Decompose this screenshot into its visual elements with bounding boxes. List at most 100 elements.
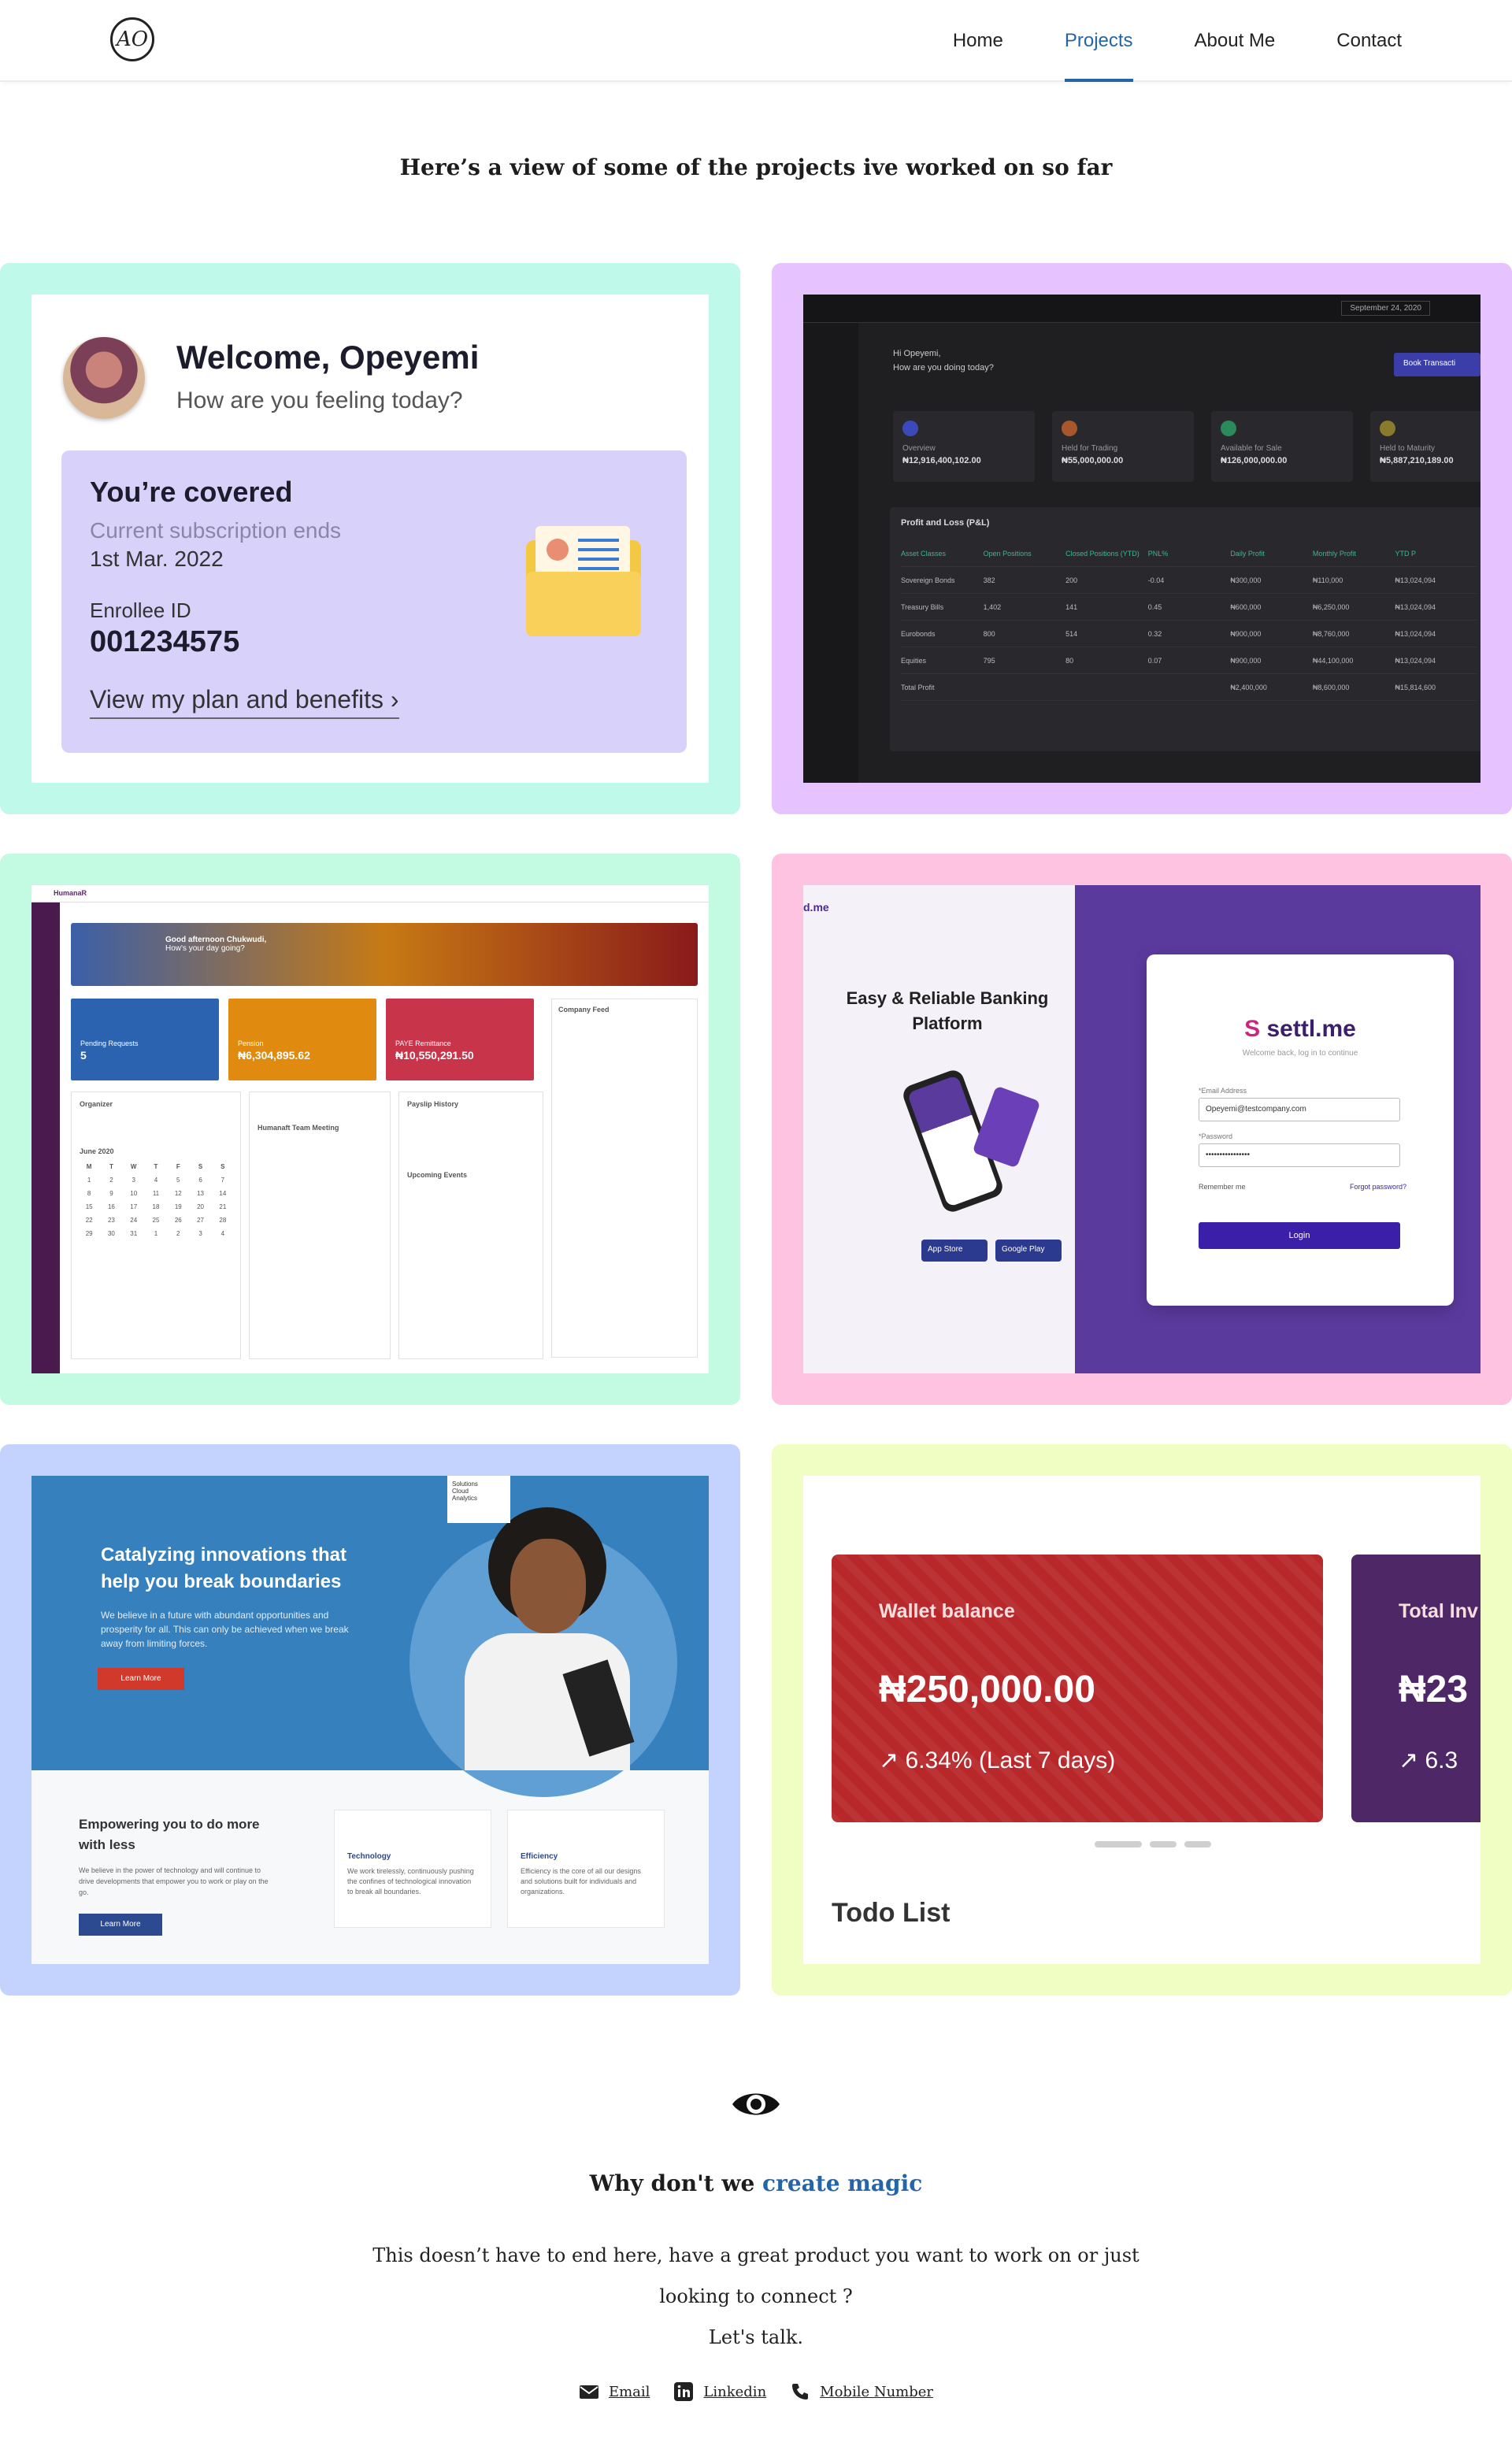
project-screenshot: Wallet balance ₦250,000.00 ↗ 6.34% (Last… <box>803 1476 1480 1964</box>
feature-card: Efficiency Efficiency is the core of all … <box>507 1810 665 1928</box>
project-screenshot: September 24, 2020 Hi Opeyemi, How are y… <box>803 295 1480 783</box>
subscription-label: Current subscription ends <box>90 518 342 543</box>
project-card-health[interactable]: Welcome, Opeyemi How are you feeling tod… <box>0 263 740 814</box>
stat-tile: Pending Requests 5 <box>71 999 219 1080</box>
investment-label: Total Inv <box>1399 1600 1478 1622</box>
payslip-panel: Payslip History Upcoming Events <box>398 1091 543 1359</box>
calendar-day: 22 <box>85 1217 93 1224</box>
calendar-day: 3 <box>198 1230 202 1237</box>
calendar-weekday: M <box>86 1163 92 1170</box>
table-header: Asset Classes Open Positions Closed Positi… <box>901 540 1477 567</box>
email-link[interactable]: Email <box>579 2381 650 2402</box>
calendar-day: 5 <box>176 1177 180 1184</box>
carousel-dots <box>1095 1841 1211 1847</box>
organizer-panel: Organizer June 2020 M T W T F S S 1 2 3 4 5 6 7 8 9 10 11… <box>71 1091 241 1359</box>
stat-card: Held to Maturity ₦5,887,210,189.00 <box>1370 411 1480 482</box>
calendar-day: 6 <box>198 1177 202 1184</box>
hero: Catalyzing innovations that help you bre… <box>32 1476 709 1797</box>
nav-links: Home Projects About Me Contact <box>953 0 1402 82</box>
calendar-day: 9 <box>109 1190 113 1197</box>
wallet-growth: ↗ 6.34% (Last 7 days) <box>879 1747 1116 1773</box>
hero-button: Learn More <box>98 1668 184 1690</box>
investment-growth: ↗ 6.3 <box>1399 1747 1458 1773</box>
calendar-weekday: T <box>154 1163 158 1170</box>
remember-me: Remember me <box>1199 1183 1246 1191</box>
nav-link-contact[interactable]: Contact <box>1336 0 1402 82</box>
project-card-finance[interactable]: September 24, 2020 Hi Opeyemi, How are y… <box>772 263 1512 814</box>
login-card: S settl.me Welcome back, log in to conti… <box>1147 954 1454 1306</box>
calendar-day: 12 <box>174 1190 182 1197</box>
mobile-number-link[interactable]: Mobile Number <box>790 2381 933 2402</box>
feature-card: Technology We work tirelessly, continuous… <box>334 1810 491 1928</box>
cta-title-text: Why don't we <box>589 2170 763 2196</box>
date-picker: September 24, 2020 <box>1341 301 1430 316</box>
project-screenshot: d.me Easy & Reliable Banking Platform Ap… <box>803 885 1480 1373</box>
contact-links: Email Linkedin Mobile Number <box>0 2381 1512 2402</box>
topbar: September 24, 2020 <box>803 295 1480 323</box>
calendar-day: 2 <box>176 1230 180 1237</box>
headline: Easy & Reliable Banking Platform <box>846 988 1049 1033</box>
meeting-panel: Humanaft Team Meeting <box>249 1091 391 1359</box>
sidebar <box>32 902 60 1373</box>
stat-card: Held for Trading ₦55,000,000.00 <box>1052 411 1194 482</box>
stat-tile: PAYE Remittance ₦10,550,291.50 <box>386 999 534 1080</box>
sidebar <box>803 323 858 783</box>
project-card-banking[interactable]: d.me Easy & Reliable Banking Platform Ap… <box>772 854 1512 1405</box>
stat-icon <box>1062 421 1077 436</box>
project-card-wallet[interactable]: Wallet balance ₦250,000.00 ↗ 6.34% (Last… <box>772 1444 1512 1996</box>
calendar-day: 19 <box>174 1203 182 1210</box>
linkedin-icon <box>674 2382 694 2401</box>
nav-link-about[interactable]: About Me <box>1195 0 1276 82</box>
login-button: Login <box>1199 1222 1400 1249</box>
project-screenshot: HumanaR Good afternoon Chukwudi, How's y… <box>32 885 709 1373</box>
calendar-day: 28 <box>219 1217 227 1224</box>
logo[interactable]: AO <box>110 17 154 61</box>
project-card-hr[interactable]: HumanaR Good afternoon Chukwudi, How's y… <box>0 854 740 1405</box>
cta-line-1: This doesn’t have to end here, have a gr… <box>372 2244 1140 2307</box>
nav-link-projects[interactable]: Projects <box>1064 0 1133 82</box>
book-transaction-button: Book Transacti <box>1394 353 1480 376</box>
stat-tile: Pension ₦6,304,895.62 <box>228 999 376 1080</box>
calendar-day: 25 <box>152 1217 160 1224</box>
calendar-day: 4 <box>154 1177 158 1184</box>
calendar-weekday: S <box>198 1163 203 1170</box>
calendar: M T W T F S S 1 2 3 4 5 6 7 8 9 10 11 12 13 14 15 16 17 18 19 20 21… <box>80 1163 232 1237</box>
calendar-day: 16 <box>107 1203 115 1210</box>
create-magic-link[interactable]: create magic <box>762 2170 922 2196</box>
welcome-subtitle: How are you feeling today? <box>176 387 463 413</box>
calendar-day: 8 <box>87 1190 91 1197</box>
investment-amount: ₦23 <box>1399 1669 1469 1710</box>
app-store-badge: App Store <box>921 1240 988 1262</box>
projects-intro: Here’s a view of some of the projects iv… <box>399 154 1113 180</box>
linkedin-link[interactable]: Linkedin <box>673 2381 766 2402</box>
brand: d.me <box>803 901 829 914</box>
calendar-weekday: T <box>109 1163 113 1170</box>
hero-text: We believe in a future with abundant opp… <box>101 1610 349 1649</box>
enrollee-label: Enrollee ID <box>90 598 191 622</box>
settlme-logo: S settl.me <box>1244 1016 1356 1042</box>
stat-card: Available for Sale ₦126,000,000.00 <box>1211 411 1353 482</box>
calendar-day: 31 <box>130 1230 138 1237</box>
company-feed: Company Feed <box>551 999 698 1358</box>
calendar-day: 27 <box>197 1217 205 1224</box>
person-illustration <box>457 1507 635 1770</box>
view-plan-link[interactable]: View my plan and benefits › <box>90 685 399 719</box>
calendar-day: 4 <box>220 1230 225 1237</box>
section-button: Learn More <box>79 1914 162 1936</box>
stat-icon <box>1380 421 1395 436</box>
wallet-label: Wallet balance <box>879 1600 1015 1622</box>
calendar-day: 10 <box>130 1190 138 1197</box>
phone-icon <box>792 2384 809 2400</box>
hero-title: Catalyzing innovations that help you bre… <box>101 1544 347 1592</box>
calendar-day: 21 <box>219 1203 227 1210</box>
calendar-weekday: F <box>176 1163 180 1170</box>
investment-card: Total Inv ₦23 ↗ 6.3 <box>1351 1555 1480 1822</box>
table-row: Sovereign Bonds 382 200 -0.04 ₦300,000 ₦110,0… <box>901 567 1477 594</box>
nav-link-home[interactable]: Home <box>953 0 1003 82</box>
enrollee-id: 001234575 <box>90 625 240 658</box>
calendar-day: 15 <box>85 1203 93 1210</box>
calendar-day: 26 <box>174 1217 182 1224</box>
calendar-day: 24 <box>130 1217 138 1224</box>
topbar: HumanaR <box>32 885 709 902</box>
project-card-landing[interactable]: Catalyzing innovations that help you bre… <box>0 1444 740 1996</box>
